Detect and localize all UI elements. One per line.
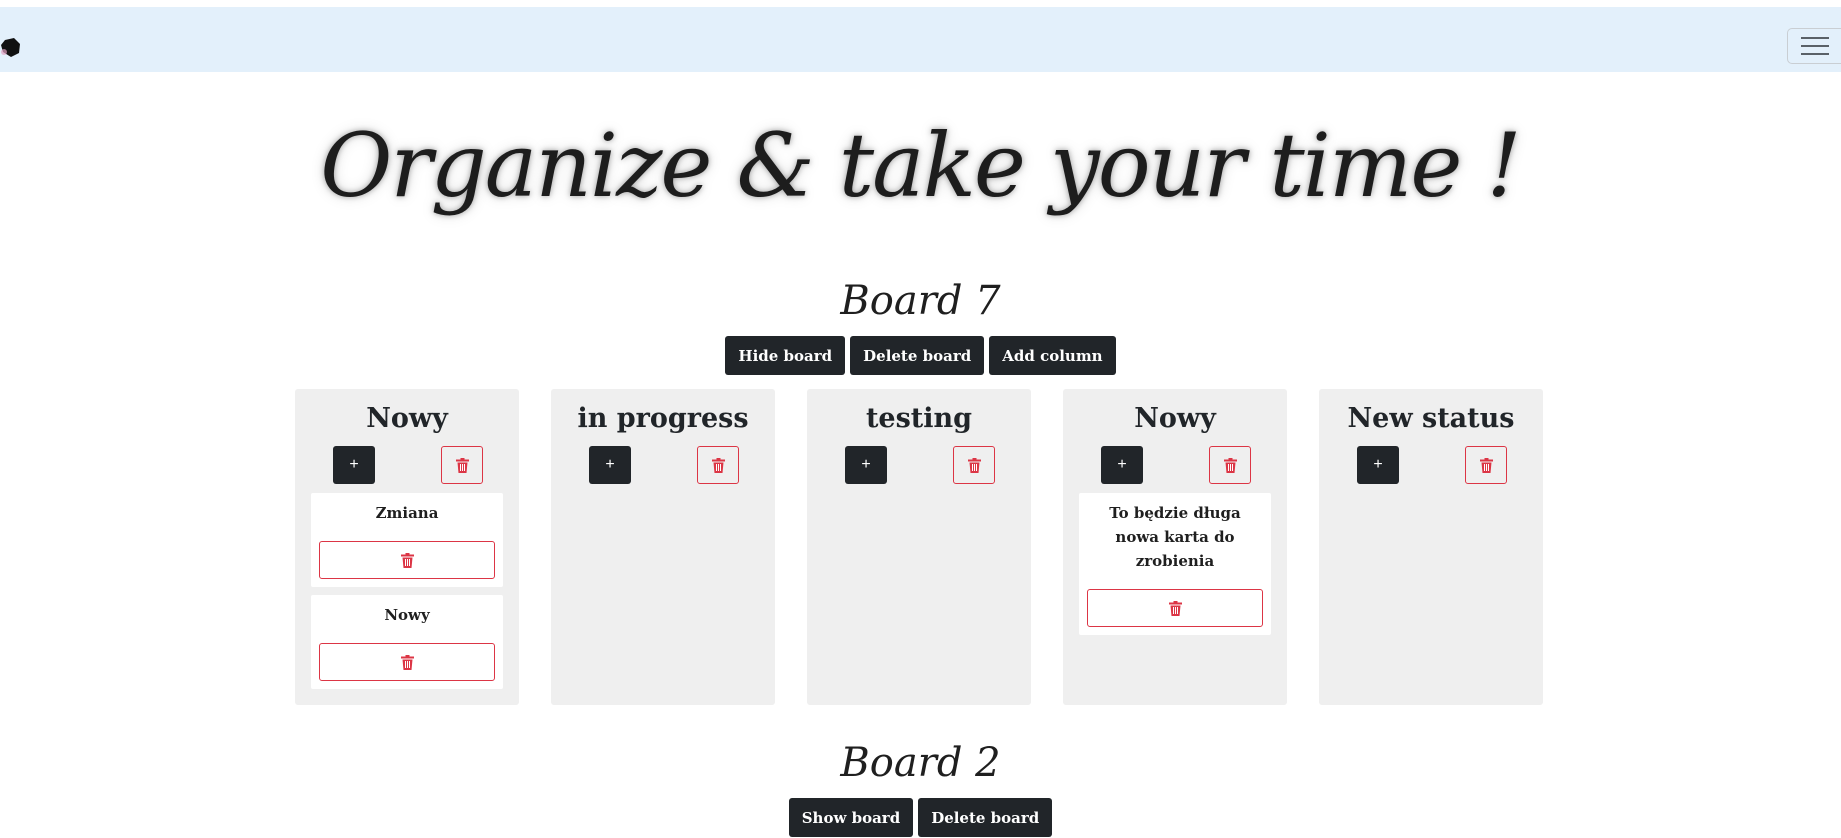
- trash-icon: [711, 457, 725, 473]
- delete-column-button[interactable]: [1209, 446, 1251, 484]
- add-card-button[interactable]: +: [1101, 446, 1143, 484]
- board-actions: Hide board Delete board Add column: [0, 336, 1841, 375]
- hamburger-menu-button[interactable]: [1787, 28, 1841, 64]
- board-column: Nowy + To będzie długa nowa karta do zro…: [1063, 389, 1287, 705]
- task-card: Zmiana: [311, 493, 503, 587]
- card-text: Nowy: [384, 606, 430, 624]
- hamburger-icon-line: [1800, 53, 1829, 55]
- delete-card-button[interactable]: [319, 541, 495, 579]
- column-title: New status: [1347, 403, 1515, 434]
- hide-board-button[interactable]: Hide board: [725, 336, 846, 375]
- blob-logo-icon[interactable]: [0, 36, 22, 58]
- board-title: Board 7: [840, 278, 1001, 324]
- card-text: To będzie długa nowa karta do zrobienia: [1109, 504, 1241, 570]
- delete-board-button[interactable]: Delete board: [918, 798, 1053, 837]
- board-column: New status +: [1319, 389, 1543, 705]
- trash-icon: [1168, 600, 1182, 616]
- add-card-button[interactable]: +: [333, 446, 375, 484]
- delete-board-button[interactable]: Delete board: [850, 336, 985, 375]
- column-title: in progress: [577, 403, 749, 434]
- card-text: Zmiana: [375, 504, 439, 522]
- trash-icon: [455, 457, 469, 473]
- show-board-button[interactable]: Show board: [788, 798, 914, 837]
- trash-icon: [1223, 457, 1237, 473]
- board-column: Nowy + Zmiana Nowy: [295, 389, 519, 705]
- column-title: Nowy: [1134, 403, 1216, 434]
- board-actions: Show board Delete board: [0, 798, 1841, 837]
- delete-card-button[interactable]: [319, 643, 495, 681]
- delete-column-button[interactable]: [441, 446, 483, 484]
- add-card-button[interactable]: +: [1357, 446, 1399, 484]
- trash-icon: [1479, 457, 1493, 473]
- navbar: [0, 7, 1841, 72]
- add-card-button[interactable]: +: [589, 446, 631, 484]
- delete-column-button[interactable]: [953, 446, 995, 484]
- hamburger-icon-line: [1800, 37, 1829, 39]
- trash-icon: [400, 654, 414, 670]
- hamburger-icon-line: [1800, 45, 1829, 47]
- delete-column-button[interactable]: [1465, 446, 1507, 484]
- board-column: testing +: [807, 389, 1031, 705]
- trash-icon: [400, 552, 414, 568]
- task-card: To będzie długa nowa karta do zrobienia: [1079, 493, 1271, 635]
- add-column-button[interactable]: Add column: [989, 336, 1116, 375]
- board-title: Board 2: [840, 740, 1001, 786]
- delete-card-button[interactable]: [1087, 589, 1263, 627]
- column-title: testing: [865, 403, 973, 434]
- hero-heading: Organize & take your time !: [320, 113, 1522, 217]
- trash-icon: [967, 457, 981, 473]
- column-title: Nowy: [366, 403, 448, 434]
- add-card-button[interactable]: +: [845, 446, 887, 484]
- task-card: Nowy: [311, 595, 503, 689]
- board-column: in progress +: [551, 389, 775, 705]
- delete-column-button[interactable]: [697, 446, 739, 484]
